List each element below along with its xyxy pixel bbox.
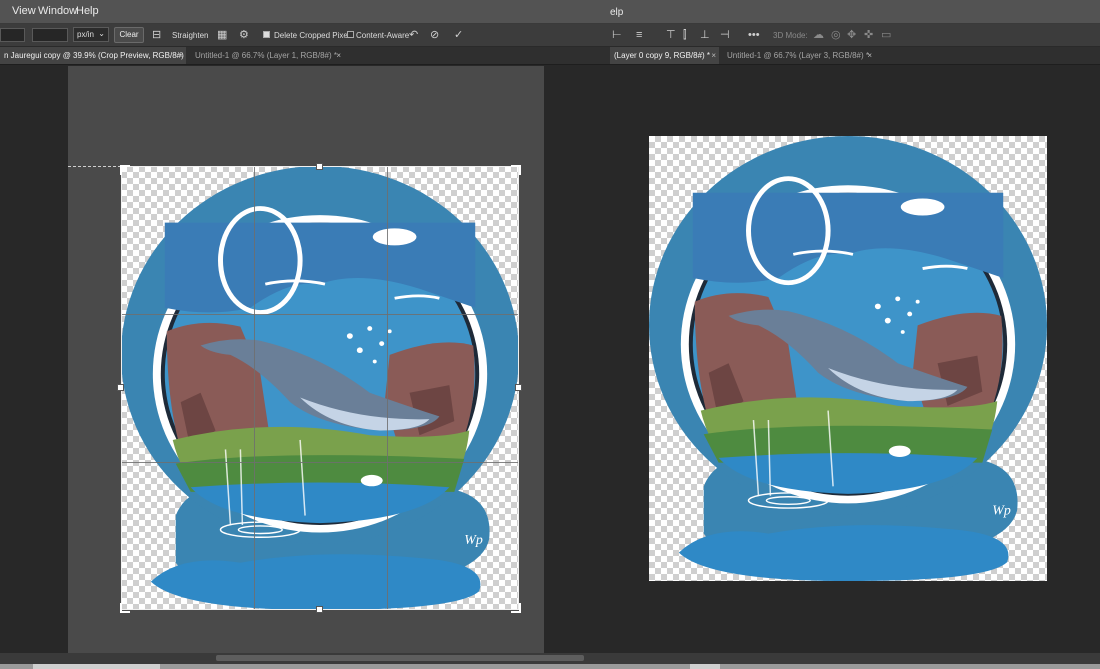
close-icon[interactable]: × bbox=[711, 47, 716, 64]
tab-doc-untitled[interactable]: Untitled-1 @ 66.7% (Layer 1, RGB/8#) * × bbox=[191, 47, 344, 64]
crop-handle-right[interactable] bbox=[515, 384, 522, 391]
status-segment bbox=[720, 664, 1100, 669]
delete-cropped-label: Delete Cropped Pixels bbox=[274, 31, 354, 40]
width-field[interactable] bbox=[0, 28, 25, 42]
artist-signature: Wp bbox=[464, 532, 483, 547]
crop-corner-bottom-right[interactable] bbox=[511, 603, 521, 613]
tab-doc-active-right[interactable]: (Layer 0 copy 9, RGB/8#) * × bbox=[610, 47, 719, 64]
resolution-unit-select[interactable]: px/in ⌄ bbox=[73, 27, 109, 42]
more-options-icon[interactable]: ••• bbox=[748, 27, 760, 43]
crop-handle-bottom[interactable] bbox=[316, 606, 323, 613]
tab-label: Untitled-1 @ 66.7% (Layer 1, RGB/8#) * bbox=[195, 51, 337, 60]
scrollbar-thumb[interactable] bbox=[216, 655, 584, 661]
reset-icon[interactable]: ↶ bbox=[409, 27, 418, 43]
clear-button[interactable]: Clear bbox=[114, 27, 144, 43]
3d-slide-icon[interactable]: ✜ bbox=[864, 27, 873, 43]
canvas-bound-guide bbox=[68, 166, 121, 167]
grid-overlay-icon[interactable]: ▦ bbox=[217, 27, 227, 43]
resolution-field[interactable] bbox=[32, 28, 68, 42]
straighten-label[interactable]: Straighten bbox=[172, 31, 208, 40]
status-segment bbox=[0, 664, 33, 669]
3d-orbit-icon[interactable]: ☁ bbox=[813, 27, 824, 43]
whale-artwork-right: Wp bbox=[649, 136, 1047, 581]
menu-window[interactable]: Window bbox=[38, 5, 77, 17]
resolution-unit-value: px/in bbox=[77, 30, 94, 39]
status-segment bbox=[160, 664, 690, 669]
menu-help[interactable]: Help bbox=[76, 5, 99, 17]
crop-options-bar: px/in ⌄ Clear ⊟ Straighten ▦ ⚙ Delete Cr… bbox=[0, 24, 1100, 47]
artist-signature: Wp bbox=[992, 503, 1011, 518]
align-center-icon[interactable]: ≡ bbox=[636, 27, 642, 43]
tab-label: Untitled-1 @ 66.7% (Layer 3, RGB/8#) * bbox=[727, 51, 869, 60]
crop-handle-top[interactable] bbox=[316, 163, 323, 170]
content-aware-checkbox[interactable] bbox=[347, 31, 354, 38]
align-top-icon[interactable]: ⊤ bbox=[666, 27, 676, 43]
crop-handle-left[interactable] bbox=[117, 384, 124, 391]
align-bottom-icon[interactable]: ⊥ bbox=[700, 27, 710, 43]
document-tabs: n Jauregui copy @ 39.9% (Crop Preview, R… bbox=[0, 47, 1100, 65]
tab-label: (Layer 0 copy 9, RGB/8#) * bbox=[614, 51, 711, 60]
settings-gear-icon[interactable]: ⚙ bbox=[239, 27, 249, 43]
align-vmiddle-icon[interactable]: ⫿ bbox=[683, 27, 687, 43]
status-bar bbox=[0, 664, 1100, 669]
close-icon[interactable]: × bbox=[336, 47, 341, 64]
3d-pan-icon[interactable]: ✥ bbox=[847, 27, 856, 43]
delete-cropped-checkbox[interactable] bbox=[263, 31, 270, 38]
menu-view[interactable]: View bbox=[12, 5, 36, 17]
3d-mode-label: 3D Mode: bbox=[773, 31, 808, 40]
cancel-icon[interactable]: ⊘ bbox=[430, 27, 439, 43]
3d-roll-icon[interactable]: ◎ bbox=[831, 27, 841, 43]
crop-corner-top-right[interactable] bbox=[511, 165, 521, 175]
close-icon[interactable]: × bbox=[867, 47, 872, 64]
menu-help-fragment[interactable]: elp bbox=[610, 7, 623, 18]
commit-check-icon[interactable]: ✓ bbox=[454, 27, 463, 43]
tab-label: n Jauregui copy @ 39.9% (Crop Preview, R… bbox=[4, 51, 186, 60]
chevron-down-icon: ⌄ bbox=[98, 29, 105, 38]
close-icon[interactable]: × bbox=[178, 47, 183, 64]
align-right-icon[interactable]: ⊣ bbox=[720, 27, 730, 43]
crop-corner-bottom-left[interactable] bbox=[120, 603, 130, 613]
3d-scale-icon[interactable]: ▭ bbox=[881, 27, 891, 43]
whale-artwork-left: Wp bbox=[121, 166, 519, 610]
content-aware-label: Content-Aware bbox=[356, 31, 410, 40]
crop-corner-top-left[interactable] bbox=[120, 165, 130, 175]
tab-doc-untitled-right[interactable]: Untitled-1 @ 66.7% (Layer 3, RGB/8#) * × bbox=[723, 47, 875, 64]
tab-doc-active[interactable]: n Jauregui copy @ 39.9% (Crop Preview, R… bbox=[0, 47, 186, 64]
align-left-icon[interactable]: ⊢ bbox=[612, 27, 622, 43]
menu-bar: View Window Help elp bbox=[0, 0, 1100, 24]
straighten-icon[interactable]: ⊟ bbox=[152, 27, 161, 43]
